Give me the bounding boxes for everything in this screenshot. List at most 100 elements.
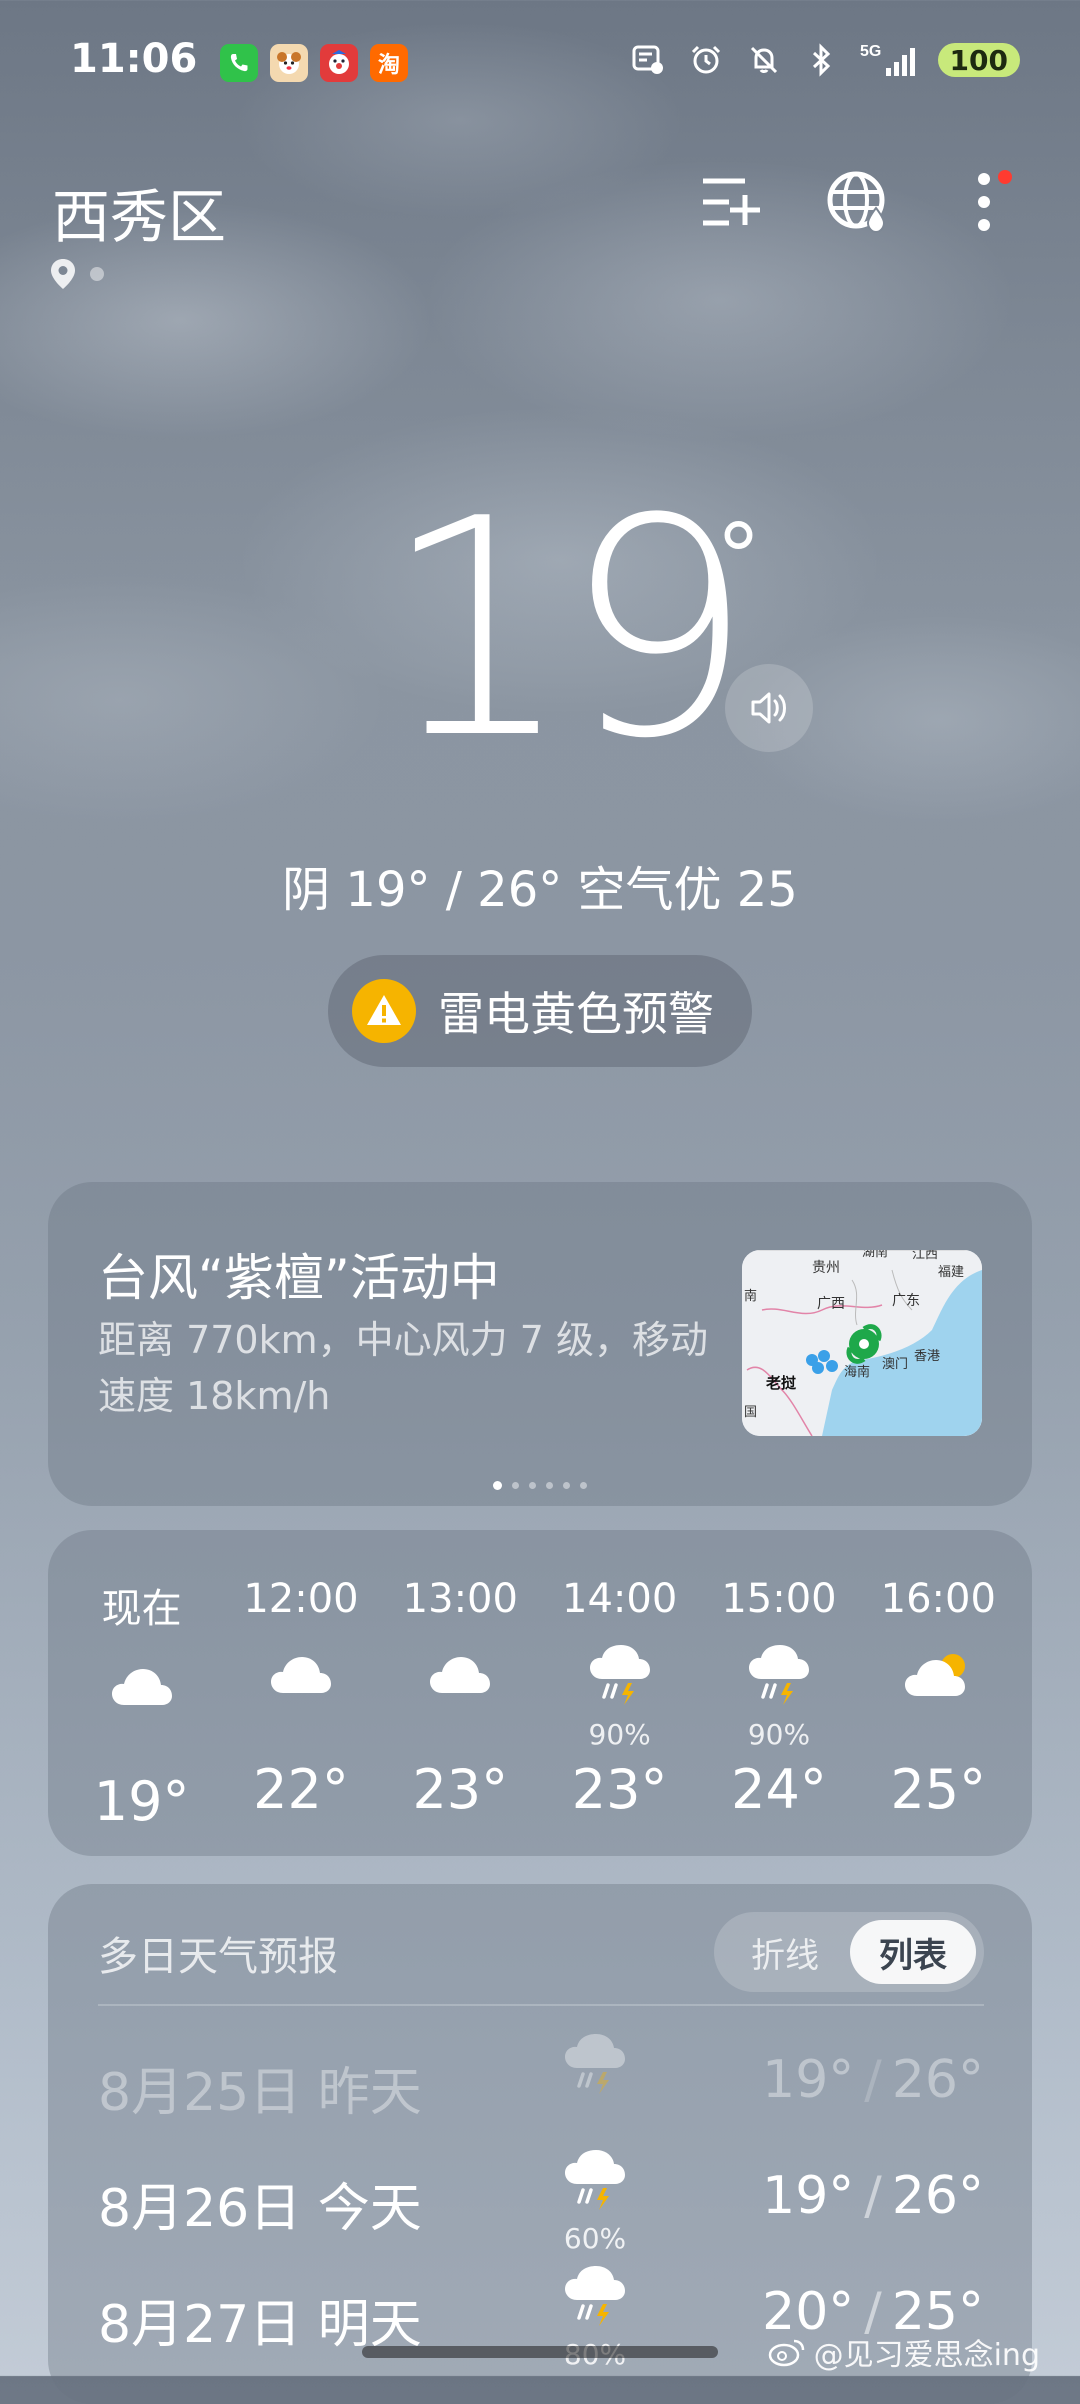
hour-precip: 90% [588, 1718, 651, 1751]
partly-sunny-icon [859, 1630, 1018, 1720]
phone-app-icon [220, 44, 258, 82]
degree-symbol: ° [716, 505, 761, 610]
hour-time: 现在 [101, 1586, 182, 1632]
hour-time: 12:00 [243, 1576, 359, 1622]
day-high: 26° [891, 2050, 984, 2110]
hour-precip [381, 1720, 540, 1750]
hour-temp: 25° [890, 1758, 987, 1821]
day-date: 8月25日 昨天 [98, 2063, 422, 2123]
taobao-app-icon: 淘 [370, 44, 408, 82]
watermark-text: @见习爱思念ing [813, 2338, 1040, 2373]
warning-icon [352, 979, 416, 1043]
map-label: 福建 [938, 1264, 964, 1279]
day-precip: 60% [563, 2222, 627, 2255]
map-label: 国 [744, 1404, 757, 1419]
map-label: 香港 [914, 1348, 940, 1363]
typhoon-title: 台风“紫檀”活动中 [98, 1249, 500, 1307]
cloud-icon [221, 1630, 380, 1720]
more-menu-button[interactable] [948, 166, 1020, 238]
cloud-icon [381, 1630, 540, 1720]
hour-precip [859, 1720, 1018, 1750]
thunderstorm-icon [699, 1630, 858, 1720]
globe-icon [827, 171, 886, 234]
typhoon-map[interactable]: 贵州 湖南 江西 福建 广西 广东 澳门 香港 老挝 海南 南 国 [742, 1250, 982, 1436]
weather-summary: 阴 19° / 26° 空气优 25 [282, 862, 798, 918]
location-pin-icon [51, 259, 75, 289]
hour-temp: 22° [253, 1758, 349, 1821]
page-dot [90, 267, 104, 281]
day-low: 19° [762, 2050, 855, 2110]
hour-precip [62, 1732, 221, 1762]
day-low: 19° [762, 2166, 855, 2226]
taobao-app-glyph: 淘 [377, 53, 400, 78]
daily-row[interactable]: 8月26日 今天 60% 19°/26° [98, 2148, 984, 2258]
thunderstorm-icon [540, 1630, 699, 1720]
view-toggle[interactable]: 折线 列表 [714, 1912, 984, 1992]
day-temps: 19°/26° [762, 2050, 984, 2110]
location-page-indicator [50, 258, 104, 290]
daily-row[interactable]: 8月25日 昨天 19°/26° [98, 2032, 984, 2142]
map-label: 湖南 [862, 1250, 888, 1259]
map-label: 澳门 [882, 1356, 908, 1371]
hour-time: 16:00 [880, 1576, 996, 1622]
warning-label: 雷电黄色预警 [438, 987, 714, 1041]
map-label: 老挝 [765, 1374, 797, 1392]
system-status-icons: 5G 100 [628, 40, 1020, 80]
map-label: 贵州 [812, 1259, 840, 1275]
bluetooth-icon [802, 40, 842, 80]
status-time: 11:06 [70, 36, 198, 82]
day-temps: 19°/26° [762, 2166, 984, 2226]
message-notification-icon [628, 40, 668, 80]
alarm-icon [686, 40, 726, 80]
hour-time: 15:00 [721, 1576, 837, 1622]
svg-text:5G: 5G [860, 43, 881, 60]
hourly-item[interactable]: 现在 19° [62, 1530, 221, 1856]
hourly-item[interactable]: 16:00 25° [859, 1530, 1018, 1856]
day-date: 8月26日 今天 [98, 2179, 422, 2239]
hour-precip: 90% [747, 1718, 811, 1751]
toggle-list[interactable]: 列表 [850, 1920, 976, 1984]
card-pager [48, 1481, 1032, 1490]
map-label: 南 [744, 1288, 757, 1303]
map-label: 广西 [817, 1295, 845, 1311]
clown-app-icon [320, 44, 358, 82]
status-bar: 11:06 淘 5G 100 [0, 0, 1080, 120]
typhoon-description: 距离 770km，中心风力 7 级，移动速度 18km/h [98, 1318, 708, 1418]
city-name[interactable]: 西秀区 [52, 170, 226, 254]
hourly-item[interactable]: 12:00 22° [221, 1530, 380, 1856]
map-label: 广东 [892, 1292, 920, 1308]
global-weather-button[interactable] [822, 166, 894, 238]
list-add-icon [703, 178, 760, 226]
hourly-item[interactable]: 14:00 90% 23° [540, 1530, 699, 1856]
hour-time: 13:00 [402, 1576, 518, 1622]
current-temperature: 19 [382, 455, 754, 804]
hour-temp: 19° [93, 1770, 190, 1833]
more-vertical-icon [978, 173, 990, 231]
hour-temp: 23° [571, 1758, 668, 1821]
hour-temp: 23° [412, 1758, 509, 1821]
hourly-item[interactable]: 13:00 23° [381, 1530, 540, 1856]
cloud-icon [62, 1642, 221, 1732]
daily-forecast-card[interactable]: 多日天气预报 折线 列表 8月25日 昨天 19°/26° 8月26日 今天 6… [48, 1884, 1032, 2404]
weather-warning-button[interactable]: 雷电黄色预警 [328, 955, 752, 1067]
weibo-watermark: @见习爱思念ing [768, 2330, 1040, 2374]
map-label: 海南 [844, 1364, 870, 1379]
hourly-forecast-card[interactable]: 现在 19° 12:00 22° 13:00 23° 14:00 90% 23°… [48, 1530, 1032, 1856]
voice-broadcast-button[interactable] [725, 664, 813, 752]
hour-temp: 24° [731, 1758, 827, 1821]
manage-cities-button[interactable] [694, 166, 766, 238]
hourly-item[interactable]: 15:00 90% 24° [699, 1530, 858, 1856]
notification-app-icons: 淘 [220, 44, 408, 82]
map-label: 江西 [912, 1250, 938, 1261]
battery-indicator: 100 [937, 43, 1020, 77]
typhoon-card[interactable]: 台风“紫檀”活动中 距离 770km，中心风力 7 级，移动速度 18km/h … [48, 1182, 1032, 1506]
thunderstorm-icon [560, 2032, 630, 2122]
home-indicator[interactable] [362, 2346, 718, 2358]
daily-title: 多日天气预报 [98, 1934, 338, 1980]
notification-dot [998, 170, 1012, 184]
day-high: 26° [891, 2166, 984, 2226]
cellular-signal-icon: 5G [860, 40, 920, 80]
speaker-icon [751, 692, 786, 724]
toggle-line-chart[interactable]: 折线 [722, 1920, 848, 1984]
hour-time: 14:00 [562, 1576, 678, 1622]
